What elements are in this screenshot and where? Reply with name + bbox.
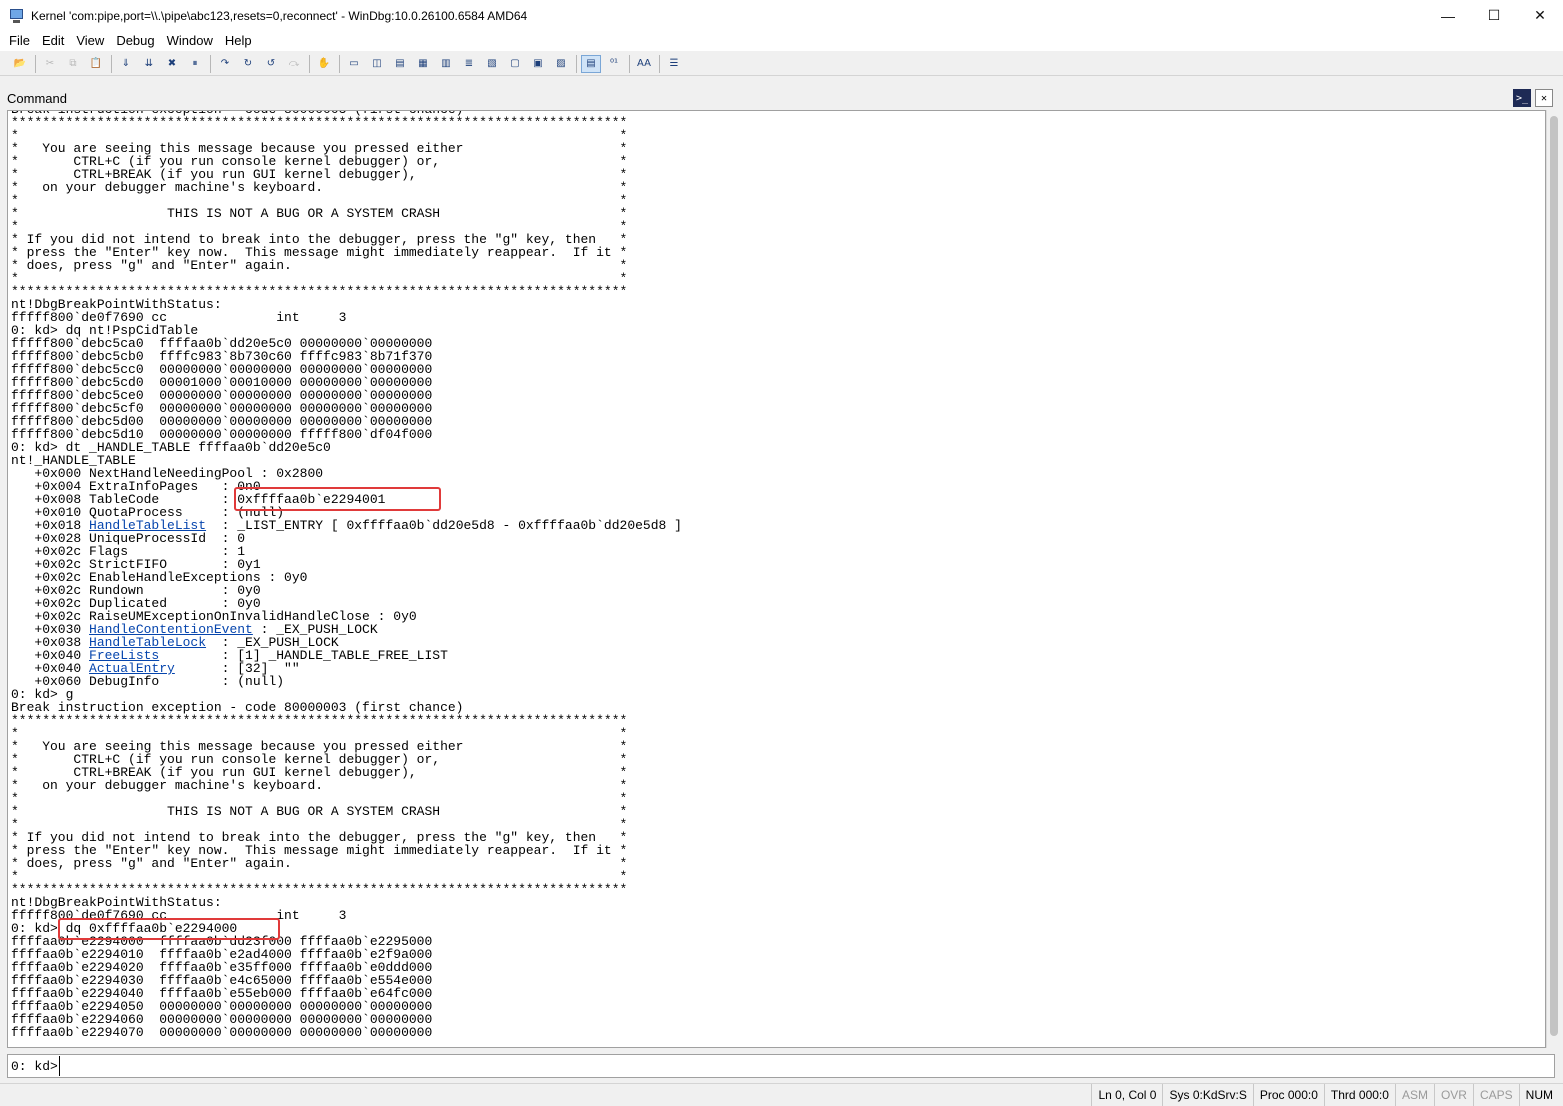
call-stack-window-icon[interactable]: ≣ <box>459 55 479 73</box>
menu-debug[interactable]: Debug <box>110 31 160 51</box>
paste-icon: 📋 <box>89 58 103 69</box>
command-input-bar: 0: kd> <box>7 1054 1555 1078</box>
maximize-button[interactable]: ☐ <box>1471 0 1517 31</box>
disassembly-window-icon[interactable]: ▧ <box>482 55 502 73</box>
scrollbar-thumb[interactable] <box>1550 116 1558 1036</box>
command-output-text: Break instruction exception - code 80000… <box>11 111 682 1039</box>
toolbar-separator <box>309 54 310 73</box>
status-bar: Ln 0, Col 0 Sys 0:KdSrv:S Proc 000:0 Thrd 0… <box>0 1083 1563 1106</box>
processes-threads-icon[interactable]: ▣ <box>528 55 548 73</box>
memory-window-icon[interactable]: ▥ <box>436 55 456 73</box>
source-window-icon[interactable]: ▨ <box>551 55 571 73</box>
toolbar-separator <box>111 54 112 73</box>
minimize-button[interactable]: — <box>1425 0 1471 31</box>
step-into-icon[interactable]: ↷ <box>215 55 235 73</box>
output-line: +0x060 DebugInfo : (null) <box>11 675 682 688</box>
command-window-title: Command <box>7 90 67 106</box>
command-window-buttons: >_ ✕ <box>1509 89 1553 107</box>
status-cells: Ln 0, Col 0 Sys 0:KdSrv:S Proc 000:0 Thrd 0… <box>1091 1084 1559 1106</box>
status-asm: ASM <box>1394 1084 1434 1106</box>
go-icon[interactable]: ⇓ <box>116 55 136 73</box>
status-ln: Ln 0, Col 0 <box>1091 1084 1162 1106</box>
output-text: ffffaa0b`e2294070 00000000`00000000 0000… <box>11 1025 433 1040</box>
open-folder-icon[interactable]: 📂 <box>10 55 30 73</box>
menu-help[interactable]: Help <box>219 31 258 51</box>
run-to-cursor-icon: ⤼ <box>288 58 300 69</box>
output-vertical-scrollbar[interactable] <box>1546 110 1562 1048</box>
window-title: Kernel 'com:pipe,port=\\.\pipe\abc123,re… <box>31 8 528 23</box>
status-ovr: OVR <box>1433 1084 1473 1106</box>
hand-breakpoint-icon[interactable]: ✋ <box>314 55 334 73</box>
window-controls: — ☐ ✕ <box>1425 0 1563 31</box>
status-proc: Proc 000:0 <box>1252 1084 1324 1106</box>
toolbar-separator <box>629 54 630 73</box>
status-sys: Sys 0:KdSrv:S <box>1162 1084 1252 1106</box>
menu-window[interactable]: Window <box>161 31 219 51</box>
source-mode-icon[interactable]: ▤ <box>581 54 601 73</box>
output-line: ffffaa0b`e2294070 00000000`00000000 0000… <box>11 1026 682 1039</box>
cut-icon: ✂ <box>45 58 55 69</box>
command-window-icon[interactable]: ▭ <box>344 55 364 73</box>
break-icon[interactable]: ⏸ <box>185 55 205 73</box>
command-window-menu-icon[interactable]: >_ <box>1513 89 1531 107</box>
command-window-close-icon[interactable]: ✕ <box>1535 89 1553 107</box>
font-icon[interactable]: AA <box>634 55 654 73</box>
status-caps: CAPS <box>1472 1084 1519 1106</box>
toolbar-separator <box>576 54 577 73</box>
kd-prompt: 0: kd> <box>11 1058 58 1074</box>
copy-icon: ⧉ <box>69 58 77 69</box>
hex-mode-icon[interactable]: ⁰¹ <box>604 55 624 73</box>
scratch-pad-icon[interactable]: ▢ <box>505 55 525 73</box>
toolbar-separator <box>339 54 340 73</box>
windbg-app-icon <box>9 8 25 24</box>
output-text: : _LIST_ENTRY [ 0xffffaa0b`dd20e5d8 - 0x… <box>206 518 682 533</box>
menu-file[interactable]: File <box>3 31 36 51</box>
command-window-header: Command >_ ✕ <box>0 87 1563 109</box>
menu-view[interactable]: View <box>70 31 110 51</box>
toolbar-separator <box>35 54 36 73</box>
close-button[interactable]: ✕ <box>1517 0 1563 31</box>
status-thrd: Thrd 000:0 <box>1323 1084 1395 1106</box>
menu-bar: File Edit View Debug Window Help <box>0 31 1563 51</box>
toolbar: 📂 ✂ ⧉ 📋 ⇓ ⇊ ✖ ⏸ ↷ ↻ ↺ ⤼ ✋ ▭ ◫ ▤ ▦ ▥ ≣ ▧ ▢ ▣ ▨ ▤ ⁰¹ AA ☰ <box>0 52 1563 76</box>
toolbar-separator <box>210 54 211 73</box>
locals-window-icon[interactable]: ▤ <box>390 55 410 73</box>
options-icon[interactable]: ☰ <box>664 55 684 73</box>
command-input[interactable] <box>58 1056 1554 1076</box>
toolbar-separator <box>659 54 660 73</box>
restart-icon[interactable]: ⇊ <box>139 55 159 73</box>
step-out-icon[interactable]: ↺ <box>261 55 281 73</box>
tablecode-highlight-box <box>234 487 441 511</box>
watch-window-icon[interactable]: ◫ <box>367 55 387 73</box>
registers-window-icon[interactable]: ▦ <box>413 55 433 73</box>
title-bar: Kernel 'com:pipe,port=\\.\pipe\abc123,re… <box>0 0 1563 31</box>
command-output[interactable]: Break instruction exception - code 80000… <box>7 110 1546 1048</box>
stop-debugging-icon[interactable]: ✖ <box>162 55 182 73</box>
menu-edit[interactable]: Edit <box>36 31 70 51</box>
dq-command-highlight-box <box>58 918 280 940</box>
status-num: NUM <box>1518 1084 1559 1106</box>
step-over-icon[interactable]: ↻ <box>238 55 258 73</box>
